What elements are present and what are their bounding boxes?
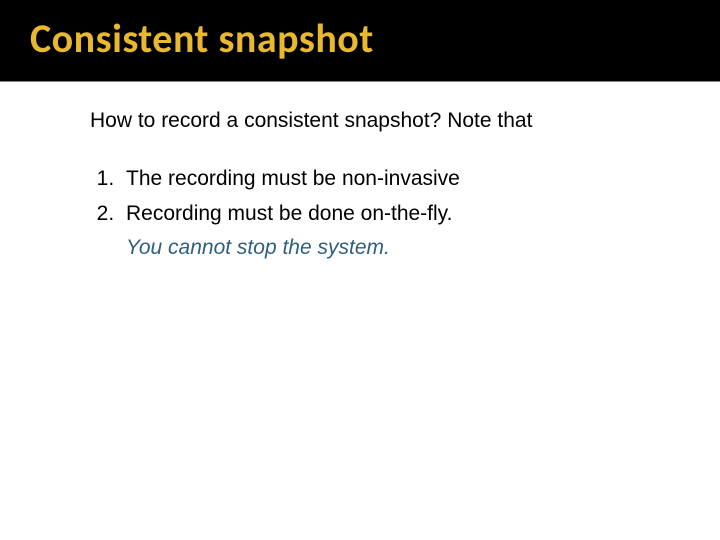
item2-text: Recording must be done on-the-fly. [126, 202, 452, 225]
slide-body: How to record a consistent snapshot? Not… [0, 82, 720, 264]
list-item: Recording must be done on-the-fly. [120, 199, 680, 229]
slide: Consistent snapshot How to record a cons… [0, 0, 720, 540]
title-bar: Consistent snapshot [0, 0, 720, 82]
emphasis-text: You cannot stop the system. [126, 233, 680, 263]
points-list: The recording must be non-invasive Recor… [90, 164, 680, 229]
intro-text: How to record a consistent snapshot? Not… [90, 106, 680, 136]
slide-title: Consistent snapshot [30, 14, 374, 63]
list-item: The recording must be non-invasive [120, 164, 680, 194]
item1-prefix: The recording must be [126, 167, 342, 190]
item1-strong: non-invasive [342, 167, 460, 190]
